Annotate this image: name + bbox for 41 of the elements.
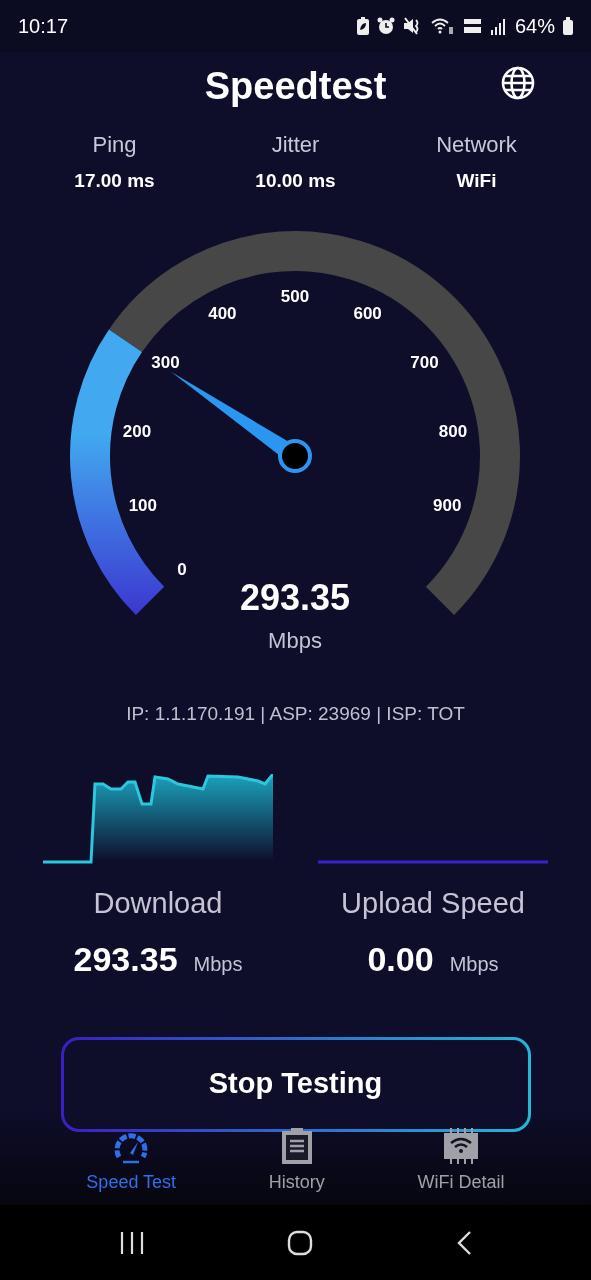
gauge-tick-label: 800: [438, 421, 468, 441]
status-time: 10:17: [18, 14, 69, 39]
stat-value: WiFi: [456, 169, 497, 193]
alarm-icon: [376, 17, 395, 35]
result-label: Upload Speed: [341, 886, 525, 921]
app-title: Speedtest: [204, 63, 387, 109]
speedometer-icon: [113, 1130, 150, 1165]
result-value: 0.00: [367, 938, 434, 980]
signal-icon: [490, 17, 507, 35]
gauge-tick-label: 700: [410, 352, 439, 372]
battery-saver-icon: [356, 17, 369, 35]
gauge-tick-label: 600: [353, 303, 382, 323]
wifi-icon: [430, 17, 455, 35]
wifi-chip-icon: [443, 1126, 480, 1165]
gauge-tick-label: 500: [280, 286, 310, 306]
gauge-tick-label: 900: [433, 495, 462, 515]
gauge-tick-label: 100: [128, 495, 157, 515]
globe-icon[interactable]: [501, 66, 535, 100]
result-unit: Mbps: [193, 951, 243, 977]
battery-percent: 64%: [514, 14, 555, 39]
gauge-tick-label: 400: [208, 303, 237, 323]
recent-apps-icon[interactable]: [119, 1230, 146, 1255]
result-unit: Mbps: [449, 951, 499, 977]
stat-label: Jitter: [271, 131, 320, 159]
speed-reading: 293.35: [239, 576, 351, 618]
stat-value: 10.00 ms: [255, 169, 336, 193]
gauge-tick-label: 0: [177, 559, 187, 579]
stat-label: Network: [436, 131, 517, 159]
gauge-tick-label: 300: [151, 352, 180, 372]
speed-unit: Mbps: [268, 627, 322, 653]
result-value: 293.35: [73, 938, 178, 980]
nav-tab[interactable]: Speed Test: [80, 1129, 183, 1197]
stat-label: Ping: [92, 131, 137, 159]
home-icon[interactable]: [287, 1229, 314, 1256]
stat-value: 17.00 ms: [74, 169, 155, 193]
back-icon[interactable]: [455, 1229, 472, 1256]
battery-icon: [563, 17, 573, 35]
clipboard-icon: [280, 1126, 313, 1165]
result-label: Download: [93, 886, 223, 921]
connection-info: IP: 1.1.170.191 | ASP: 23969 | ISP: TOT: [126, 702, 465, 724]
gauge-tick-label: 200: [122, 421, 152, 441]
